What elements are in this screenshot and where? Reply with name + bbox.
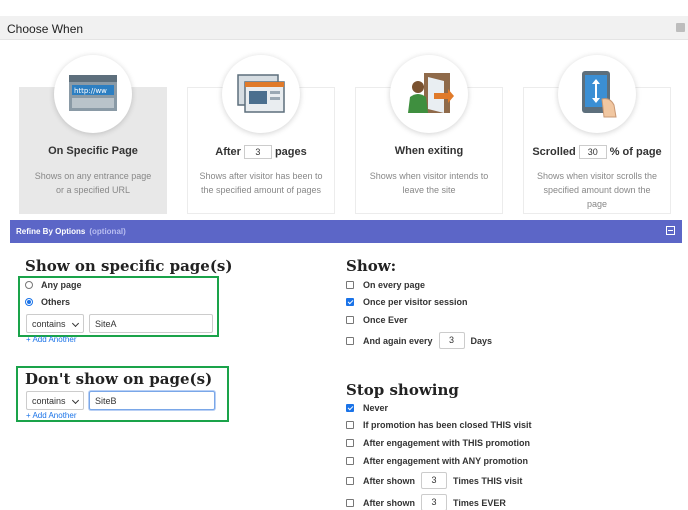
days-label: Days: [470, 335, 493, 346]
times-ever-input[interactable]: 3: [421, 494, 448, 510]
radio-label: Any page: [41, 280, 82, 290]
card-title: Scrolled 30% of page: [524, 145, 670, 159]
times-label: Times THIS visit: [453, 475, 523, 486]
url-text: http://ww: [74, 87, 107, 95]
show-on-heading: Show on specific page(s): [25, 257, 233, 275]
checkbox-shown-this-visit[interactable]: After shown 3 Times THIS visit: [346, 472, 522, 489]
dont-show-url-input[interactable]: SiteB: [89, 391, 215, 410]
stop-showing-heading: Stop showing: [346, 381, 459, 399]
dont-show-match-select[interactable]: contains: [26, 391, 84, 410]
scroll-percent-input[interactable]: 30: [578, 145, 607, 159]
card-title-pre: After: [215, 145, 241, 158]
checkbox-once-per-session[interactable]: Once per visitor session: [346, 297, 468, 307]
card-title-pre: Scrolled: [532, 145, 576, 158]
checkbox-engagement-this[interactable]: After engagement with THIS promotion: [346, 438, 530, 448]
checkbox-label: Once per visitor session: [363, 297, 468, 307]
choose-when-header: Choose When: [0, 16, 688, 40]
radio-icon[interactable]: [25, 281, 33, 289]
checkbox-shown-ever[interactable]: After shown 3 Times EVER: [346, 494, 506, 510]
checkbox-label: Once Ever: [363, 315, 408, 325]
times-visit-input[interactable]: 3: [421, 472, 448, 489]
show-on-url-input[interactable]: SiteA: [89, 314, 213, 333]
radio-icon[interactable]: [25, 298, 33, 306]
browser-url-icon: http://ww: [54, 55, 132, 133]
refine-options-bar[interactable]: Refine By Options (optional): [10, 220, 682, 243]
checkbox-icon[interactable]: [346, 404, 354, 412]
card-title-post: % of page: [609, 145, 662, 158]
select-value: contains: [32, 396, 66, 406]
card-title: When exiting: [394, 145, 464, 157]
checkbox-icon[interactable]: [346, 298, 354, 306]
checkbox-once-ever[interactable]: Once Ever: [346, 315, 408, 325]
card-description: Shows when visitor scrolls the specified…: [536, 171, 658, 209]
add-another-link[interactable]: + Add Another: [26, 411, 77, 420]
chevron-down-icon: [71, 396, 80, 405]
checkbox-label: On every page: [363, 280, 426, 290]
checkbox-icon[interactable]: [346, 439, 354, 447]
refine-title-text: Refine By Options: [16, 227, 86, 236]
checkbox-never[interactable]: Never: [346, 403, 388, 413]
checkbox-label: After shown: [363, 497, 416, 508]
radio-label: Others: [41, 297, 71, 307]
checkbox-icon[interactable]: [346, 476, 354, 485]
card-title: After 3 pages: [188, 145, 334, 159]
checkbox-label: Never: [363, 403, 389, 413]
select-value: contains: [32, 319, 66, 329]
checkbox-again-every[interactable]: And again every 3 Days: [346, 332, 492, 349]
radio-others[interactable]: Others: [25, 297, 70, 307]
exit-door-icon: [390, 55, 468, 133]
card-description: Shows after visitor has been to the spec…: [199, 171, 323, 195]
card-title-post: pages: [274, 145, 307, 158]
show-heading: Show:: [346, 257, 397, 275]
add-another-link[interactable]: + Add Another: [26, 335, 77, 344]
checkbox-label: If promotion has been closed THIS visit: [363, 420, 532, 430]
browser-windows-icon: [222, 55, 300, 133]
times-label: Times EVER: [453, 497, 506, 508]
checkbox-icon[interactable]: [346, 316, 354, 324]
checkbox-icon[interactable]: [346, 336, 354, 345]
checkbox-label: And again every: [363, 335, 433, 346]
collapse-icon[interactable]: [666, 226, 675, 235]
days-input[interactable]: 3: [438, 332, 465, 349]
checkbox-icon[interactable]: [346, 457, 354, 465]
checkbox-icon[interactable]: [346, 421, 354, 429]
radio-any-page[interactable]: Any page: [25, 280, 82, 290]
tablet-scroll-icon: [558, 55, 636, 133]
checkbox-label: After engagement with ANY promotion: [363, 456, 529, 466]
collapse-icon[interactable]: [676, 23, 685, 32]
checkbox-every-page[interactable]: On every page: [346, 280, 425, 290]
refine-optional: (optional): [89, 227, 126, 236]
card-description: Shows on any entrance page or a specifie…: [34, 171, 152, 195]
chevron-down-icon: [71, 319, 80, 328]
card-description: Shows when visitor intends to leave the …: [369, 171, 489, 195]
refine-title: Refine By Options (optional): [16, 227, 126, 236]
card-title: On Specific Page: [48, 145, 138, 157]
checkbox-icon[interactable]: [346, 281, 354, 289]
checkbox-icon[interactable]: [346, 498, 354, 507]
pages-count-input[interactable]: 3: [243, 145, 272, 159]
trigger-cards: On Specific Page Shows on any entrance p…: [0, 40, 688, 220]
checkbox-engagement-any[interactable]: After engagement with ANY promotion: [346, 456, 528, 466]
checkbox-label: After engagement with THIS promotion: [363, 438, 531, 448]
checkbox-closed-this-visit[interactable]: If promotion has been closed THIS visit: [346, 420, 532, 430]
show-on-match-select[interactable]: contains: [26, 314, 84, 333]
checkbox-label: After shown: [363, 475, 416, 486]
section-title: Choose When: [7, 22, 84, 36]
